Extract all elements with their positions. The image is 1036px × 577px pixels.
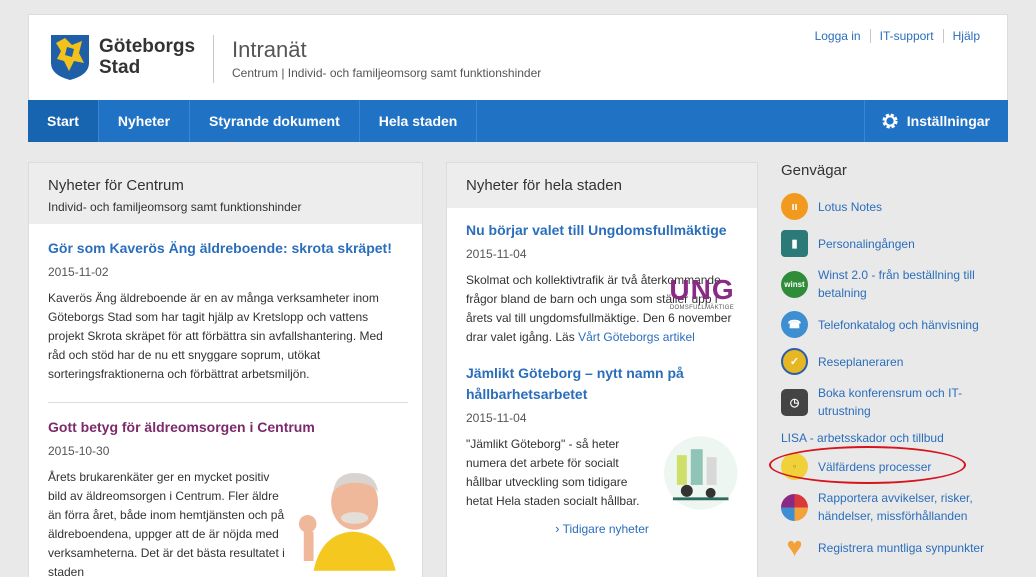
shortcut-reseplaneraren[interactable]: ✓ Reseplaneraren (781, 347, 1011, 376)
news-date: 2015-10-30 (48, 444, 110, 458)
chevron-right-icon: › (555, 521, 560, 536)
news-item: Nu börjar valet till Ungdomsfullmäktige … (447, 208, 757, 347)
previous-news-label: Tidigare nyheter (562, 522, 649, 536)
jamlikt-goteborg-illustration (663, 436, 738, 510)
shortcut-label: Personalingången (818, 236, 915, 251)
centrum-news-heading: Nyheter för Centrum (48, 177, 184, 194)
shortcut-boka-konferensrum[interactable]: ◷ Boka konferensrum och IT-utrustning (781, 384, 1011, 420)
shortcuts-heading: Genvägar (781, 162, 847, 179)
coat-of-arms-icon (51, 35, 89, 80)
nav-start[interactable]: Start (28, 100, 99, 142)
logo-divider (213, 35, 214, 83)
news-title[interactable]: Gott betyg för äldreomsorgen i Centrum (48, 417, 403, 438)
nav-hela-staden[interactable]: Hela staden (360, 100, 478, 142)
shortcut-valfardens-processer[interactable]: ○ Välfärdens processer (769, 446, 1011, 484)
help-link[interactable]: Hjälp (942, 29, 989, 43)
logo-subtext: DOMSFULLMÄKTIGE (669, 305, 735, 311)
lotus-icon: ıı (781, 193, 808, 220)
news-title[interactable]: Nu börjar valet till Ungdomsfullmäktige (466, 220, 738, 241)
ungdomsfullmaktige-logo: UNG DOMSFULLMÄKTIGE (666, 274, 738, 312)
centrum-news-panel: Nyheter för Centrum Individ- och familje… (28, 162, 423, 577)
centrum-news-header: Nyheter för Centrum Individ- och familje… (29, 163, 422, 224)
settings-button[interactable]: Inställningar (863, 100, 1008, 142)
news-item: Gör som Kaverös Äng äldreboende: skrota … (29, 224, 422, 384)
shortcut-label: Telefonkatalog och hänvisning (818, 317, 979, 332)
nav-nyheter[interactable]: Nyheter (99, 100, 191, 142)
winst-icon: winst (781, 270, 808, 298)
goteborgs-stad-logo[interactable]: Göteborgs Stad (49, 33, 195, 81)
shortcut-label: Reseplaneraren (818, 354, 904, 369)
shortcut-personalingangen[interactable]: ▮ Personalingången (781, 229, 1011, 258)
news-date: 2015-11-02 (48, 265, 109, 279)
news-body: Årets brukarenkäter ger en mycket positi… (48, 470, 285, 577)
news-item: Gott betyg för äldreomsorgen i Centrum 2… (29, 403, 422, 577)
news-date: 2015-11-04 (466, 247, 527, 261)
shortcut-muntliga-synpunkter[interactable]: ♥ Registrera muntliga synpunkter (781, 532, 1011, 562)
shortcut-label: Winst 2.0 - från beställning till betaln… (818, 268, 975, 300)
site-title[interactable]: Intranät (232, 37, 307, 63)
news-title[interactable]: Gör som Kaverös Äng äldreboende: skrota … (48, 238, 403, 259)
travel-icon: ✓ (781, 348, 808, 375)
previous-news-link[interactable]: › Tidigare nyheter (447, 521, 757, 536)
shortcut-label: Boka konferensrum och IT-utrustning (818, 386, 963, 418)
highlight-ellipse (769, 446, 966, 484)
logo-line-1: Göteborgs (99, 36, 196, 57)
settings-label: Inställningar (906, 113, 990, 129)
shortcut-telefonkatalog[interactable]: ☎ Telefonkatalog och hänvisning (781, 310, 1011, 339)
gear-icon (882, 113, 898, 129)
site-subtitle: Centrum | Individ- och familjeomsorg sam… (232, 66, 542, 80)
logo-text: UNG (669, 274, 735, 305)
news-title[interactable]: Jämlikt Göteborg – nytt namn på hållbarh… (466, 363, 738, 405)
phone-icon: ☎ (781, 311, 808, 338)
door-icon: ▮ (781, 230, 808, 257)
nav-styrande-dokument[interactable]: Styrande dokument (190, 100, 360, 142)
city-news-header: Nyheter för hela staden (447, 163, 757, 208)
logo-line-2: Stad (99, 57, 141, 78)
heart-icon: ♥ (786, 532, 803, 562)
shortcut-rapportera-avvikelser[interactable]: Rapportera avvikelser, risker, händelser… (781, 489, 1011, 525)
article-link[interactable]: Vårt Göteborgs artikel (578, 330, 695, 344)
news-item: Jämlikt Göteborg – nytt namn på hållbarh… (447, 347, 757, 511)
shortcut-label: LISA - arbetsskador och tillbud (781, 431, 944, 445)
news-body: "Jämlikt Göteborg" - så heter numera det… (466, 437, 640, 508)
shortcut-winst[interactable]: winst Winst 2.0 - från beställning till … (781, 266, 1011, 302)
main-nav: Start Nyheter Styrande dokument Hela sta… (28, 100, 1008, 142)
shortcut-label: Rapportera avvikelser, risker, händelser… (818, 491, 973, 523)
site-header: Göteborgs Stad Intranät Centrum | Indivi… (28, 14, 1008, 100)
shortcut-label: Lotus Notes (818, 199, 883, 214)
report-icon (781, 493, 808, 521)
elderly-man-photo (293, 463, 403, 571)
shortcut-lisa[interactable]: LISA - arbetsskador och tillbud (781, 428, 1011, 448)
news-body: Kaverös Äng äldreboende är en av många v… (48, 291, 383, 381)
city-news-heading: Nyheter för hela staden (466, 177, 622, 194)
login-link[interactable]: Logga in (806, 29, 870, 43)
top-links: Logga in IT-support Hjälp (806, 29, 989, 43)
clock-icon: ◷ (781, 388, 808, 416)
it-support-link[interactable]: IT-support (869, 29, 943, 43)
shortcut-label: Registrera muntliga synpunkter (818, 540, 985, 555)
shortcuts-panel: Genvägar ıı Lotus Notes ▮ Personalingång… (769, 162, 1011, 570)
logo-wordmark: Göteborgs Stad (99, 36, 195, 78)
city-news-panel: Nyheter för hela staden Nu börjar valet … (446, 162, 758, 577)
shortcut-lotus-notes[interactable]: ıı Lotus Notes (781, 192, 1011, 221)
centrum-news-subheading: Individ- och familjeomsorg samt funktion… (48, 200, 302, 214)
news-date: 2015-11-04 (466, 411, 527, 425)
